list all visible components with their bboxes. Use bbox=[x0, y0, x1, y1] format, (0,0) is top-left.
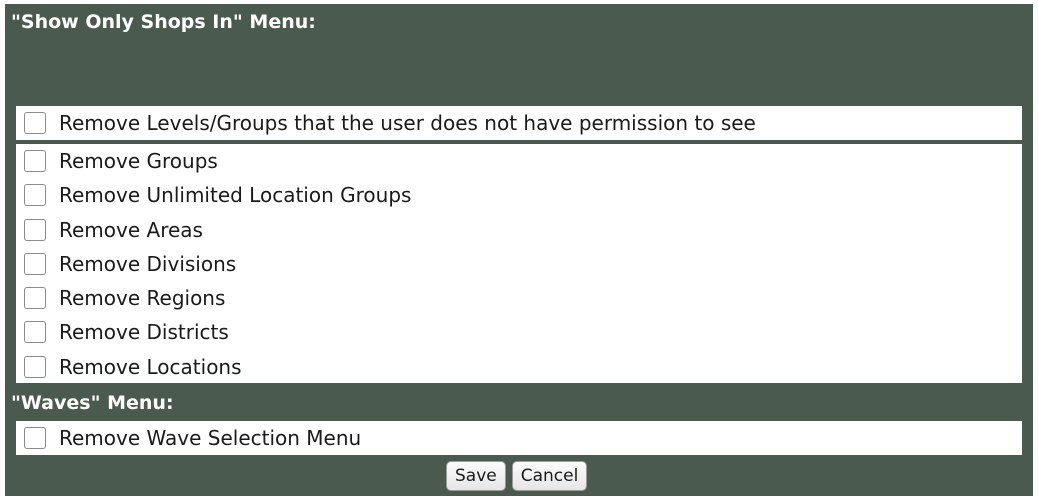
shops-menu-title: "Show Only Shops In" Menu: bbox=[11, 11, 316, 33]
option-label-remove-locations[interactable]: Remove Locations bbox=[59, 355, 242, 379]
checkbox-remove-unlimited-location-groups[interactable] bbox=[24, 184, 46, 206]
checkbox-remove-areas[interactable] bbox=[24, 219, 46, 241]
form-buttons: Save Cancel bbox=[446, 461, 588, 491]
waves-menu-title: "Waves" Menu: bbox=[11, 392, 174, 414]
checkbox-remove-locations[interactable] bbox=[24, 356, 46, 378]
option-label-remove-districts[interactable]: Remove Districts bbox=[59, 320, 229, 344]
option-label-remove-regions[interactable]: Remove Regions bbox=[59, 286, 225, 310]
option-row-remove-districts[interactable]: Remove Districts bbox=[16, 317, 1022, 347]
option-row-remove-regions[interactable]: Remove Regions bbox=[16, 283, 1022, 313]
permission-options-box: Remove Levels/Groups that the user does … bbox=[16, 106, 1022, 140]
option-label-remove-divisions[interactable]: Remove Divisions bbox=[59, 252, 236, 276]
checkbox-remove-regions[interactable] bbox=[24, 287, 46, 309]
save-button[interactable]: Save bbox=[446, 461, 506, 491]
cancel-button[interactable]: Cancel bbox=[511, 461, 588, 491]
option-label-remove-wave-selection[interactable]: Remove Wave Selection Menu bbox=[59, 426, 361, 450]
option-label-remove-unlimited-location-groups[interactable]: Remove Unlimited Location Groups bbox=[59, 183, 411, 207]
checkbox-remove-wave-selection[interactable] bbox=[24, 427, 46, 449]
option-label-remove-groups[interactable]: Remove Groups bbox=[59, 149, 218, 173]
checkbox-remove-districts[interactable] bbox=[24, 321, 46, 343]
option-row-remove-groups[interactable]: Remove Groups bbox=[16, 146, 1022, 176]
option-row-remove-divisions[interactable]: Remove Divisions bbox=[16, 249, 1022, 279]
checkbox-remove-divisions[interactable] bbox=[24, 253, 46, 275]
settings-panel: "Show Only Shops In" Menu: Remove Levels… bbox=[5, 4, 1033, 496]
option-row-remove-wave-selection[interactable]: Remove Wave Selection Menu bbox=[16, 423, 1022, 453]
waves-options-box: Remove Wave Selection Menu bbox=[16, 421, 1022, 455]
option-row-remove-locations[interactable]: Remove Locations bbox=[16, 352, 1022, 382]
checkbox-remove-groups[interactable] bbox=[24, 150, 46, 172]
option-row-remove-unpermitted[interactable]: Remove Levels/Groups that the user does … bbox=[16, 108, 1022, 138]
checkbox-remove-unpermitted[interactable] bbox=[24, 112, 46, 134]
option-label-remove-areas[interactable]: Remove Areas bbox=[59, 218, 203, 242]
option-row-remove-areas[interactable]: Remove Areas bbox=[16, 215, 1022, 245]
option-row-remove-unlimited-location-groups[interactable]: Remove Unlimited Location Groups bbox=[16, 180, 1022, 210]
option-label-remove-unpermitted[interactable]: Remove Levels/Groups that the user does … bbox=[59, 111, 756, 135]
level-options-box: Remove Groups Remove Unlimited Location … bbox=[16, 144, 1022, 383]
